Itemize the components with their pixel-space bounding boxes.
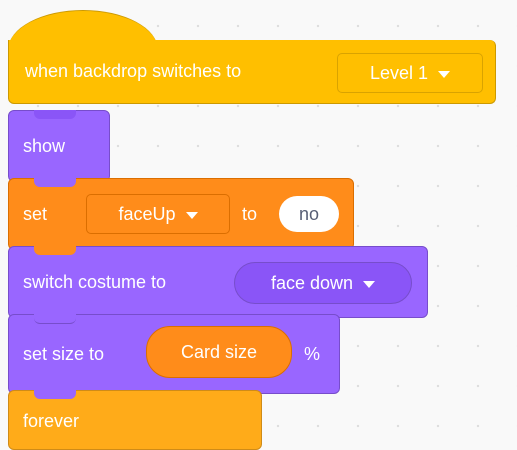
when-backdrop-switches-label: when backdrop switches to — [25, 61, 242, 81]
forever-label: forever — [23, 411, 80, 431]
variable-dropdown[interactable]: faceUp — [86, 194, 230, 234]
caret-down-icon — [363, 280, 376, 288]
set-size-notch — [34, 314, 76, 324]
backdrop-dropdown-value: Level 1 — [369, 62, 429, 83]
costume-dropdown[interactable]: face down — [234, 262, 412, 304]
forever-block[interactable]: forever — [8, 390, 262, 450]
forever-notch — [34, 390, 76, 399]
switch-costume-notch — [34, 246, 76, 255]
switch-costume-label: switch costume to — [23, 271, 167, 292]
costume-dropdown-value: face down — [270, 272, 354, 293]
value-input[interactable]: no — [279, 196, 339, 232]
variable-dropdown-value: faceUp — [118, 203, 176, 224]
caret-down-icon — [438, 70, 451, 78]
show-block[interactable]: show — [8, 110, 110, 182]
show-block-notch — [34, 110, 76, 119]
set-size-label: set size to — [23, 343, 105, 364]
code-workspace[interactable]: when backdrop switches to Level 1 show s… — [0, 0, 517, 450]
to-label: to — [242, 203, 258, 224]
backdrop-dropdown[interactable]: Level 1 — [337, 53, 483, 93]
caret-down-icon — [185, 211, 198, 219]
percent-label: % — [304, 343, 321, 364]
card-size-reporter[interactable]: Card size — [146, 326, 292, 378]
set-variable-notch — [34, 178, 76, 187]
set-label: set — [23, 203, 48, 224]
show-label: show — [23, 135, 66, 156]
